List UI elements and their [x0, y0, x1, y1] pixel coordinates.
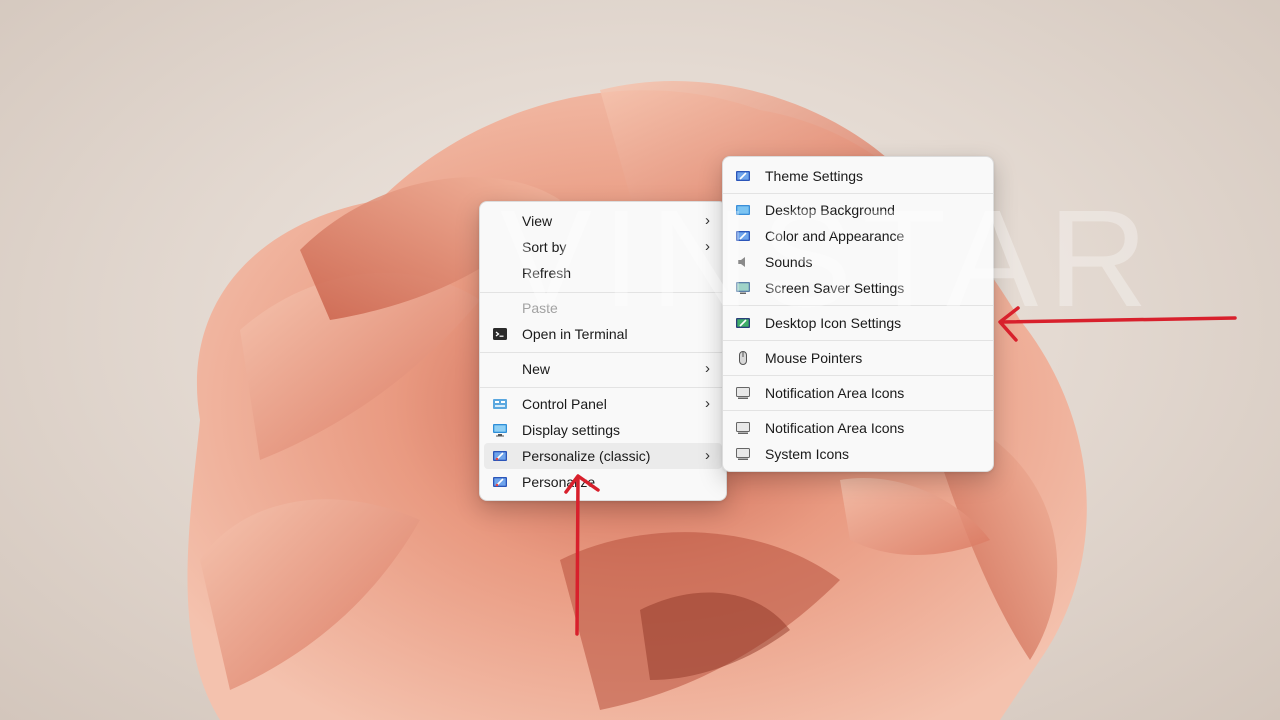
notification-area-icon	[736, 387, 750, 399]
menu-item-open-in-terminal[interactable]: Open in Terminal	[484, 321, 722, 347]
menu-separator	[480, 292, 726, 293]
personalize-icon	[493, 451, 507, 461]
notification-area-icon	[736, 422, 750, 434]
chevron-right-icon: ›	[705, 238, 710, 255]
submenu-item-notification-area-icons[interactable]: Notification Area Icons	[727, 380, 989, 406]
speaker-icon	[738, 257, 745, 267]
menu-item-new[interactable]: New ›	[484, 356, 722, 382]
menu-item-label: View	[522, 213, 553, 229]
submenu-item-sounds[interactable]: Sounds	[727, 249, 989, 275]
submenu-item-label: Desktop Background	[765, 202, 895, 218]
submenu-item-label: Desktop Icon Settings	[765, 315, 902, 331]
menu-item-display-settings[interactable]: Display settings	[484, 417, 722, 443]
menu-item-personalize[interactable]: Personalize	[484, 469, 722, 495]
submenu-item-desktop-icon-settings[interactable]: Desktop Icon Settings	[727, 310, 989, 336]
color-icon	[736, 231, 750, 241]
display-icon	[493, 424, 507, 437]
menu-separator	[480, 352, 726, 353]
submenu-item-theme-settings[interactable]: Theme Settings	[727, 163, 989, 189]
submenu-item-label: Notification Area Icons	[765, 385, 905, 401]
desktop-icon-settings-icon	[736, 318, 750, 328]
menu-item-label: Open in Terminal	[522, 326, 628, 342]
menu-separator	[723, 193, 993, 194]
submenu-item-screen-saver-settings[interactable]: Screen Saver Settings	[727, 275, 989, 301]
chevron-right-icon: ›	[705, 447, 710, 464]
submenu-item-color-and-appearance[interactable]: Color and Appearance	[727, 223, 989, 249]
submenu-item-label: System Icons	[765, 446, 850, 462]
menu-item-label: Personalize (classic)	[522, 448, 651, 464]
menu-item-label: Refresh	[522, 265, 572, 281]
terminal-icon	[493, 328, 507, 340]
submenu-item-label: Color and Appearance	[765, 228, 905, 244]
menu-separator	[723, 340, 993, 341]
submenu-item-mouse-pointers[interactable]: Mouse Pointers	[727, 345, 989, 371]
background-icon	[736, 205, 750, 215]
menu-item-label: Display settings	[522, 422, 621, 438]
menu-separator	[480, 387, 726, 388]
submenu-item-desktop-background[interactable]: Desktop Background	[727, 197, 989, 223]
personalize-icon	[493, 477, 507, 487]
personalize-classic-submenu: Theme Settings Desktop Background Color …	[722, 156, 994, 472]
screensaver-icon	[736, 282, 750, 294]
control-panel-icon	[493, 399, 507, 409]
menu-separator	[723, 375, 993, 376]
chevron-right-icon: ›	[705, 212, 710, 229]
submenu-item-label: Theme Settings	[765, 168, 864, 184]
system-icons-icon	[736, 448, 750, 460]
menu-item-personalize-classic[interactable]: Personalize (classic) ›	[484, 443, 722, 469]
submenu-item-notification-area-icons-2[interactable]: Notification Area Icons	[727, 415, 989, 441]
submenu-item-label: Screen Saver Settings	[765, 280, 905, 296]
chevron-right-icon: ›	[705, 360, 710, 377]
menu-item-label: Control Panel	[522, 396, 607, 412]
submenu-item-label: Mouse Pointers	[765, 350, 863, 366]
menu-separator	[723, 305, 993, 306]
menu-item-label: Personalize	[522, 474, 596, 490]
menu-separator	[723, 410, 993, 411]
submenu-item-system-icons[interactable]: System Icons	[727, 441, 989, 467]
menu-item-paste[interactable]: Paste	[484, 295, 722, 321]
menu-item-control-panel[interactable]: Control Panel ›	[484, 391, 722, 417]
menu-item-view[interactable]: View ›	[484, 208, 722, 234]
mouse-icon	[739, 351, 747, 365]
chevron-right-icon: ›	[705, 395, 710, 412]
menu-item-label: Paste	[522, 300, 558, 316]
desktop-context-menu: View › Sort by › Refresh Paste Open in T…	[479, 201, 727, 501]
theme-icon	[736, 171, 750, 181]
menu-item-sort-by[interactable]: Sort by ›	[484, 234, 722, 260]
menu-item-label: New	[522, 361, 551, 377]
submenu-item-label: Sounds	[765, 254, 813, 270]
menu-item-refresh[interactable]: Refresh	[484, 260, 722, 286]
submenu-item-label: Notification Area Icons	[765, 420, 905, 436]
menu-item-label: Sort by	[522, 239, 567, 255]
